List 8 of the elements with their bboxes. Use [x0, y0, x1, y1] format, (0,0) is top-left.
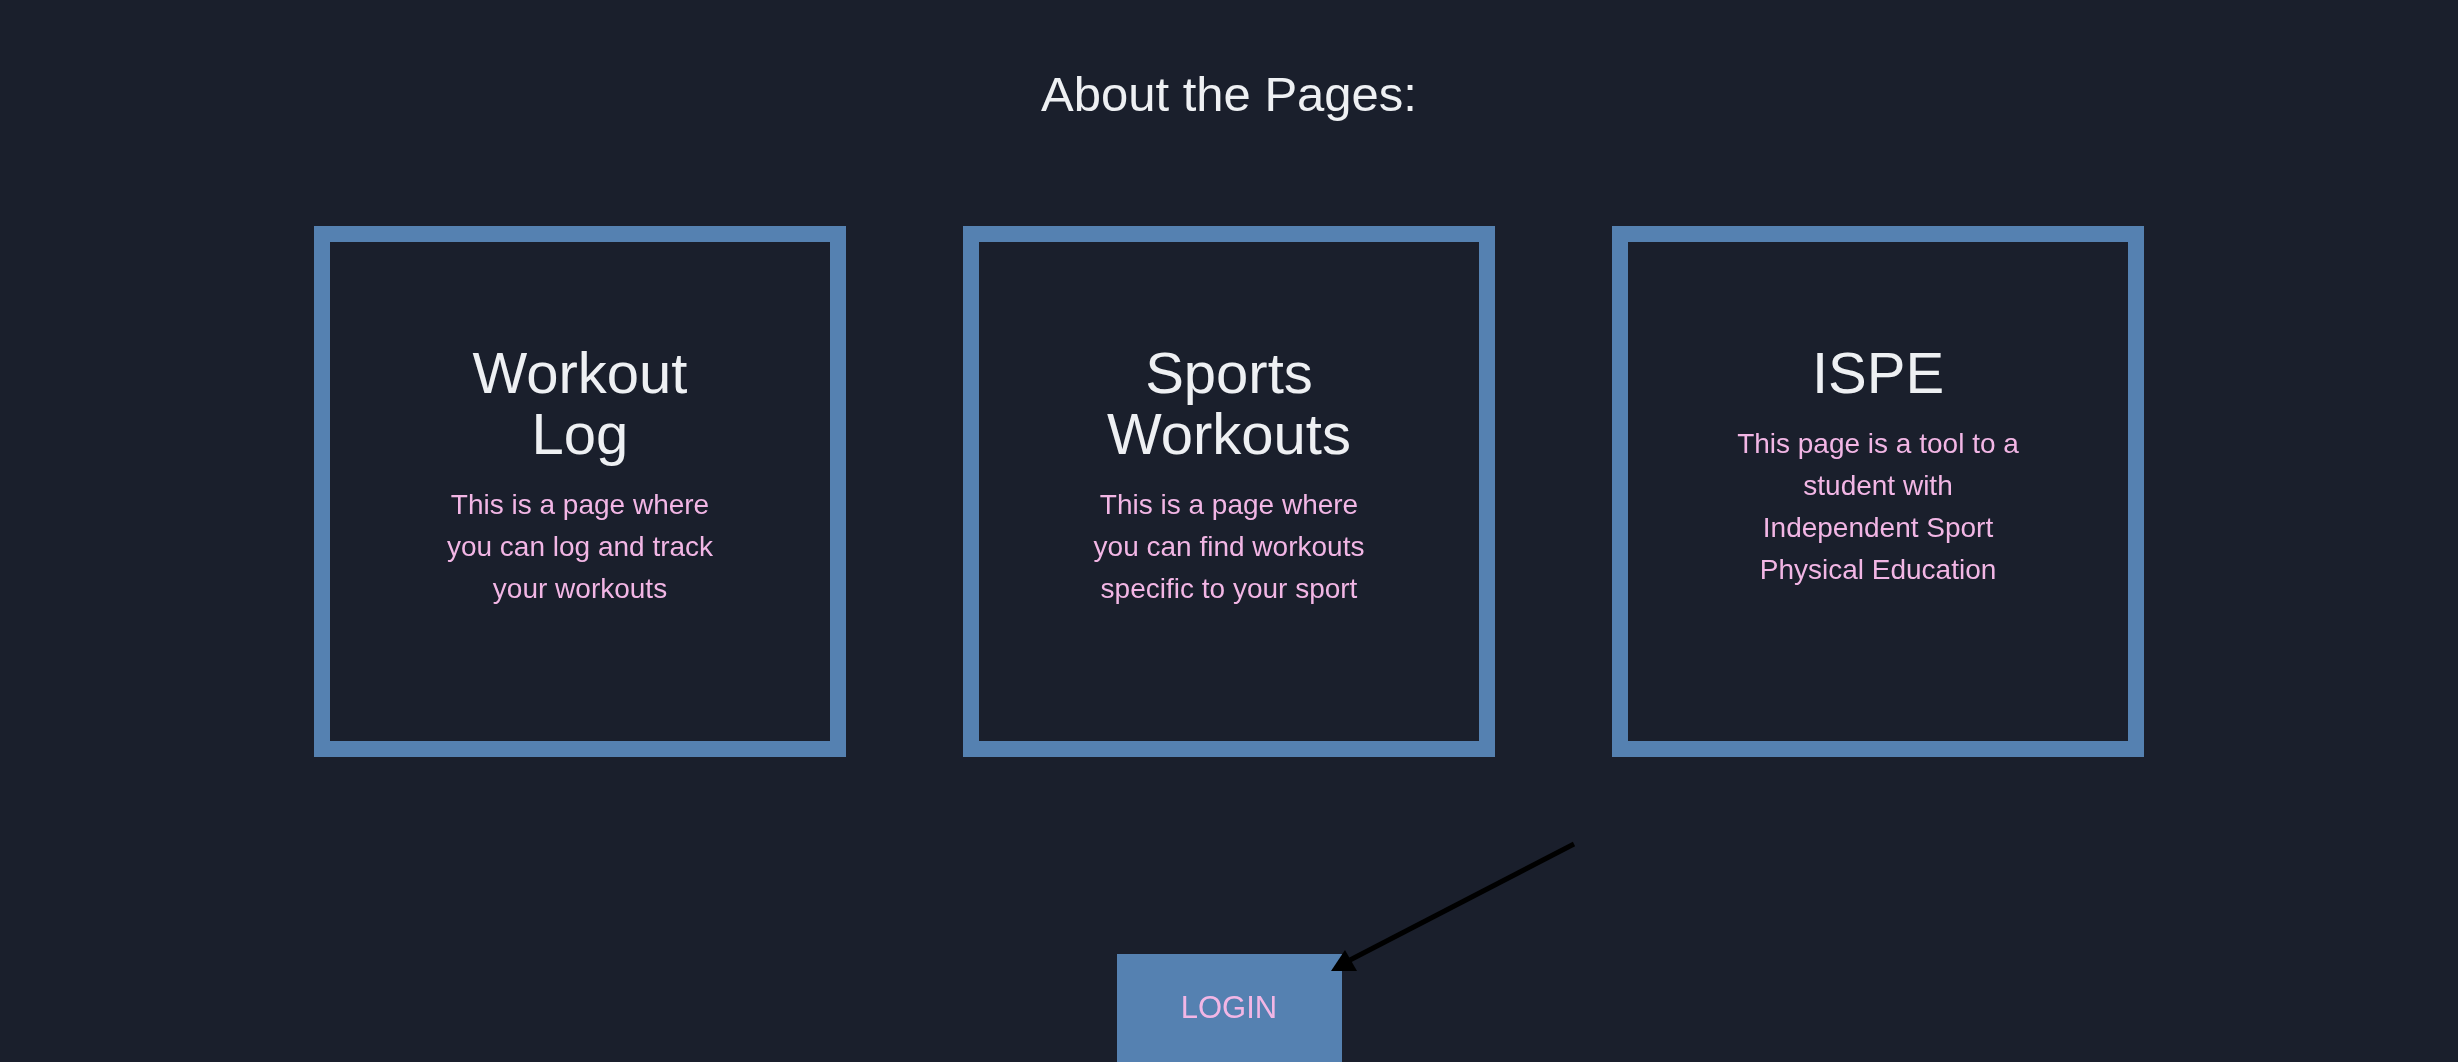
- login-button[interactable]: LOGIN: [1116, 954, 1342, 1062]
- card-description: This is a page where you can find workouts specific to your sport: [1093, 488, 1365, 606]
- card-heading: ISPE: [1811, 342, 1945, 403]
- card-heading: Sports Workouts: [1107, 342, 1351, 464]
- card-description: This page is a tool to a student with Independent Sport Physical Education: [1737, 427, 2019, 587]
- card-heading: Workout Log: [472, 342, 688, 464]
- page-title: About the Pages:: [1041, 66, 1417, 122]
- card-description: This is a page where you can log and track your workouts: [446, 488, 714, 606]
